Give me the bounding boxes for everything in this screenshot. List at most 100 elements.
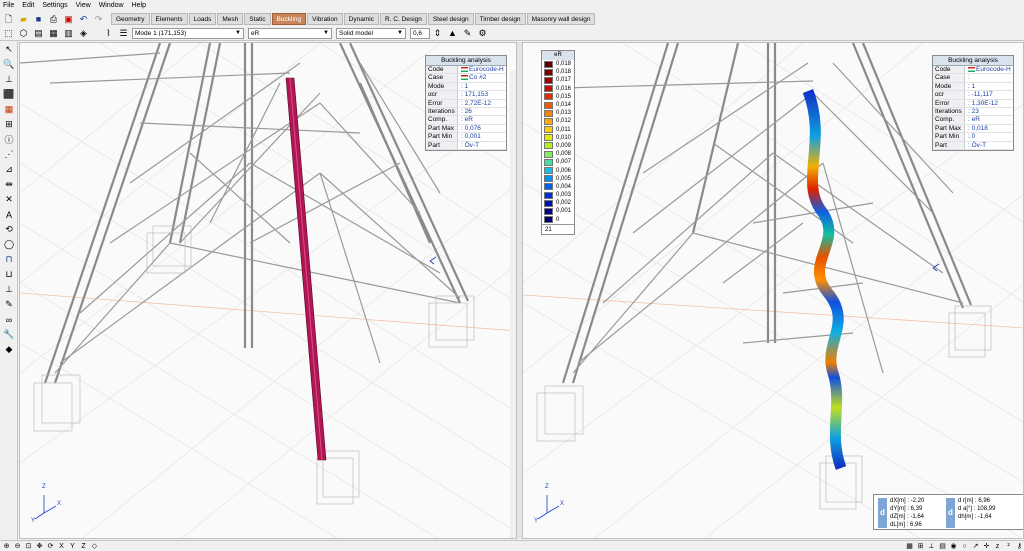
table-row: Part: Öv-T xyxy=(933,141,1013,150)
tab-mesh[interactable]: Mesh xyxy=(217,13,244,25)
graph-icon[interactable]: ⌇ xyxy=(102,27,115,40)
buckling-info-panel-right: Buckling analysis Code Eurocode-H Case: M… xyxy=(932,55,1014,151)
menu-file[interactable]: File xyxy=(3,2,14,9)
print-icon[interactable]: ⎙ xyxy=(47,13,60,26)
settings-icon[interactable]: ⚙ xyxy=(476,27,489,40)
key-icon[interactable]: ⚷ xyxy=(1015,542,1024,551)
tab-geometry[interactable]: Geometry xyxy=(111,13,150,25)
view-x-icon[interactable]: X xyxy=(57,542,66,551)
superscript-icon[interactable]: ² xyxy=(1004,542,1013,551)
perspective-icon[interactable]: ◇ xyxy=(90,542,99,551)
displacement-panel: d dX[m] : -2,20 dY[m] : 6,39 dZ[m] : -1,… xyxy=(873,494,1023,530)
max-min-icon[interactable]: ▲ xyxy=(446,27,459,40)
menu-help[interactable]: Help xyxy=(132,2,146,9)
legend-item: 0,015 xyxy=(542,93,574,101)
scale-input[interactable]: 0,6 xyxy=(410,28,430,39)
pan-icon[interactable]: ✥ xyxy=(35,542,44,551)
component-select[interactable]: eR ▼ xyxy=(248,28,332,39)
legend-item: 0,010 xyxy=(542,134,574,142)
main-toolbar: 🗋 ▰ ■ ⎙ ▣ ↶ ↷ Geometry Elements Loads Me… xyxy=(0,11,1024,27)
rotate-view-icon[interactable]: ⟳ xyxy=(46,542,55,551)
zoom-fit-icon[interactable]: ⊡ xyxy=(24,542,33,551)
legend-value: 0,004 xyxy=(556,183,572,190)
axis-icon[interactable]: ⊥ xyxy=(2,73,16,86)
color-icon[interactable]: ▦ xyxy=(2,103,16,116)
snap-icon[interactable]: ▦ xyxy=(905,542,914,551)
axis-z-label: Z xyxy=(545,484,549,490)
layers-icon[interactable]: ▦ xyxy=(47,27,60,40)
tab-elements[interactable]: Elements xyxy=(150,13,188,25)
table-row: Code Eurocode-H xyxy=(426,66,506,75)
grid-icon[interactable]: ⊞ xyxy=(916,542,925,551)
legend-item: 0,007 xyxy=(542,158,574,166)
buckled-shape-contour xyxy=(802,89,847,470)
redo-icon[interactable]: ↷ xyxy=(92,13,105,26)
right-viewport[interactable]: Z X Y eR 0,018 0,018 0,017 0,016 0,015 0,014 0… xyxy=(522,42,1024,539)
open-folder-icon[interactable]: ▰ xyxy=(17,13,30,26)
label-icon[interactable]: A xyxy=(2,208,16,221)
tab-static[interactable]: Static xyxy=(244,13,271,25)
new-file-icon[interactable]: 🗋 xyxy=(2,13,15,26)
view-options-icon[interactable]: ◈ xyxy=(77,27,90,40)
save-icon[interactable]: ■ xyxy=(32,13,45,26)
frame-icon[interactable]: ⊓ xyxy=(2,253,16,266)
info-icon[interactable]: ⓘ xyxy=(2,133,16,146)
legend-value: 0,005 xyxy=(556,175,572,182)
view-mode-select[interactable]: Solid model ▼ xyxy=(336,28,406,39)
binoculars-icon[interactable]: ∞ xyxy=(2,313,16,326)
ortho-icon[interactable]: ⟂ xyxy=(927,542,936,551)
menu-settings[interactable]: Settings xyxy=(42,2,67,9)
cross-icon[interactable]: ✕ xyxy=(2,193,16,206)
display-icon[interactable]: ▤ xyxy=(32,27,45,40)
arrow-icon[interactable]: ↗ xyxy=(971,542,980,551)
tab-masonry-design[interactable]: Masonry wall design xyxy=(526,13,596,25)
measure-icon[interactable]: ⊞ xyxy=(2,118,16,131)
layer-icon[interactable]: ▤ xyxy=(938,542,947,551)
cube-icon[interactable]: ⬛ xyxy=(2,88,16,101)
zoom-out-icon[interactable]: ⊖ xyxy=(13,542,22,551)
legend-count[interactable]: 21 xyxy=(542,223,574,234)
pointer-icon[interactable]: ↖ xyxy=(2,43,16,56)
tab-rc-design[interactable]: R. C. Design xyxy=(379,13,427,25)
pen-icon[interactable]: ✎ xyxy=(461,27,474,40)
view-z-icon[interactable]: Z xyxy=(79,542,88,551)
z-axis-icon[interactable]: z xyxy=(993,542,1002,551)
wrench-icon[interactable]: 🔧 xyxy=(2,328,16,341)
menu-edit[interactable]: Edit xyxy=(22,2,34,9)
support-icon[interactable]: ⊔ xyxy=(2,268,16,281)
tab-timber-design[interactable]: Timber design xyxy=(474,13,526,25)
node-icon[interactable]: ⋰ xyxy=(2,148,16,161)
tab-buckling[interactable]: Buckling xyxy=(271,13,307,25)
table-icon[interactable]: ▥ xyxy=(62,27,75,40)
view-3d-icon[interactable]: ⬚ xyxy=(2,27,15,40)
zoom-icon[interactable]: 🔍 xyxy=(2,58,16,71)
dimension-icon[interactable]: ⇹ xyxy=(2,178,16,191)
view-y-icon[interactable]: Y xyxy=(68,542,77,551)
circle-icon[interactable]: ◯ xyxy=(2,238,16,251)
section-icon[interactable]: ⊿ xyxy=(2,163,16,176)
undo-icon[interactable]: ↶ xyxy=(77,13,90,26)
legend-item: 0,017 xyxy=(542,76,574,84)
scrollbar[interactable] xyxy=(510,71,516,538)
menu-view[interactable]: View xyxy=(76,2,91,9)
zoom-in-icon[interactable]: ⊕ xyxy=(2,542,11,551)
rotate-icon[interactable]: ⟲ xyxy=(2,223,16,236)
tab-vibration[interactable]: Vibration xyxy=(307,13,343,25)
load-icon[interactable]: ⊥ xyxy=(2,283,16,296)
marker-icon[interactable]: ◉ xyxy=(949,542,958,551)
tab-loads[interactable]: Loads xyxy=(188,13,217,25)
spin-icon[interactable]: ⇕ xyxy=(431,27,444,40)
select-icon[interactable]: ⬡ xyxy=(17,27,30,40)
tab-dynamic[interactable]: Dynamic xyxy=(343,13,379,25)
crosshair-icon[interactable]: ✛ xyxy=(982,542,991,551)
list-icon[interactable]: ☰ xyxy=(117,27,130,40)
legend-swatch xyxy=(544,158,553,166)
circle-snap-icon[interactable]: ○ xyxy=(960,542,969,551)
pen-tool-icon[interactable]: ✎ xyxy=(2,298,16,311)
pdf-export-icon[interactable]: ▣ xyxy=(62,13,75,26)
mode-select[interactable]: Mode 1 (171,153) ▼ xyxy=(132,28,244,39)
left-viewport[interactable]: Z X Y Buckling analysis Code Eurocode-H C… xyxy=(19,42,517,539)
menu-window[interactable]: Window xyxy=(99,2,124,9)
alert-icon[interactable]: ◆ xyxy=(2,343,16,356)
tab-steel-design[interactable]: Steel design xyxy=(427,13,474,25)
